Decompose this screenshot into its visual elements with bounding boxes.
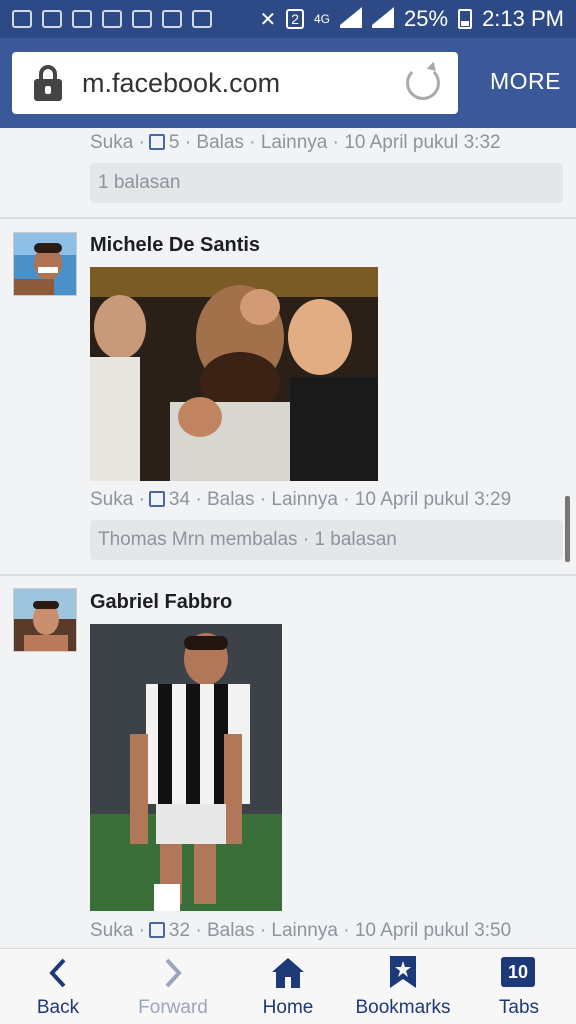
comment-actions: Suka · 34 · Balas · Lainnya · 10 April pu… bbox=[90, 489, 512, 510]
like-thumb-icon bbox=[148, 922, 165, 938]
battery-percent: 25% bbox=[404, 6, 449, 31]
signal-icon-2 bbox=[372, 7, 395, 28]
comment-actions: Suka · 32 · Balas · Lainnya · 10 April pu… bbox=[90, 920, 512, 941]
instagram-notification-icon bbox=[132, 10, 152, 28]
recycle-notification-icon bbox=[102, 10, 122, 28]
notification-icons bbox=[12, 10, 212, 28]
home-button[interactable]: Home bbox=[240, 949, 336, 1024]
reply-summary-text: 1 balasan bbox=[98, 172, 181, 193]
reply-link[interactable]: Balas bbox=[207, 489, 255, 510]
more-link[interactable]: Lainnya bbox=[271, 920, 338, 941]
chevron-left-icon bbox=[49, 958, 66, 988]
divider bbox=[0, 574, 576, 576]
more-link[interactable]: Lainnya bbox=[271, 489, 338, 510]
reply-summary-text: Thomas Mrn membalas · 1 balasan bbox=[98, 529, 397, 550]
lock-icon bbox=[34, 65, 62, 101]
avatar[interactable] bbox=[13, 588, 77, 652]
tabs-button[interactable]: 10 Tabs bbox=[472, 949, 566, 1024]
timestamp[interactable]: 10 April pukul 3:50 bbox=[355, 920, 511, 941]
timestamp[interactable]: 10 April pukul 3:29 bbox=[355, 489, 511, 510]
like-link[interactable]: Suka bbox=[90, 489, 133, 510]
mute-icon: ✕ bbox=[259, 8, 277, 31]
bottom-nav: Back Forward Home Bookmarks 10 Tabs bbox=[0, 948, 576, 1024]
bag-notification-icon bbox=[162, 10, 182, 28]
gmail-notification-icon bbox=[72, 10, 92, 28]
reload-icon[interactable] bbox=[406, 66, 440, 100]
home-icon bbox=[272, 958, 304, 988]
more-button[interactable]: MORE bbox=[490, 68, 561, 95]
avatar[interactable] bbox=[13, 232, 77, 296]
bookmarks-label: Bookmarks bbox=[355, 997, 451, 1018]
timestamp[interactable]: 10 April pukul 3:32 bbox=[344, 132, 500, 153]
reply-summary[interactable]: Thomas Mrn membalas · 1 balasan bbox=[90, 520, 563, 560]
status-bar: ✕ 2 4G 25% 2:13 PM bbox=[0, 0, 576, 38]
sim-indicator: 2 bbox=[286, 9, 304, 29]
bowtie-notification-icon bbox=[192, 10, 212, 28]
like-count: 34 bbox=[168, 489, 191, 510]
signal-icon bbox=[340, 7, 363, 28]
browser-toolbar: m.facebook.com MORE bbox=[0, 38, 576, 128]
scrollbar[interactable] bbox=[565, 496, 570, 562]
divider bbox=[0, 217, 576, 219]
reply-link[interactable]: Balas bbox=[196, 132, 244, 153]
bookmark-icon bbox=[390, 956, 416, 988]
bookmarks-button[interactable]: Bookmarks bbox=[350, 949, 456, 1024]
like-thumb-icon bbox=[148, 491, 165, 507]
commenter-name[interactable]: Gabriel Fabbro bbox=[90, 591, 232, 614]
comment-actions: Suka · 5 · Balas · Lainnya · 10 April puk… bbox=[90, 132, 501, 153]
forward-label: Forward bbox=[138, 997, 208, 1018]
like-count: 5 bbox=[168, 132, 180, 153]
gallery-notification-icon bbox=[12, 10, 32, 28]
tabs-label: Tabs bbox=[498, 997, 540, 1018]
home-label: Home bbox=[262, 997, 314, 1018]
tabs-icon: 10 bbox=[501, 957, 535, 987]
forward-button[interactable]: Forward bbox=[122, 949, 224, 1024]
reply-summary[interactable]: 1 balasan bbox=[90, 163, 563, 203]
like-link[interactable]: Suka bbox=[90, 132, 133, 153]
commenter-name[interactable]: Michele De Santis bbox=[90, 234, 260, 257]
battery-icon bbox=[458, 9, 473, 29]
comment-photo[interactable] bbox=[90, 267, 378, 481]
bbm-notification-icon bbox=[42, 10, 62, 28]
network-type: 4G bbox=[314, 12, 331, 26]
back-label: Back bbox=[36, 997, 80, 1018]
reply-link[interactable]: Balas bbox=[207, 920, 255, 941]
like-thumb-icon bbox=[148, 134, 165, 150]
address-bar[interactable]: m.facebook.com bbox=[12, 52, 458, 114]
url-text: m.facebook.com bbox=[82, 67, 281, 98]
back-button[interactable]: Back bbox=[10, 949, 106, 1024]
like-link[interactable]: Suka bbox=[90, 920, 133, 941]
comment-photo[interactable] bbox=[90, 624, 282, 911]
chevron-right-icon bbox=[165, 958, 182, 988]
more-link[interactable]: Lainnya bbox=[261, 132, 328, 153]
tab-count: 10 bbox=[507, 962, 529, 982]
comments-feed: Suka · 5 · Balas · Lainnya · 10 April puk… bbox=[0, 128, 576, 948]
clock: 2:13 PM bbox=[482, 6, 564, 31]
like-count: 32 bbox=[168, 920, 191, 941]
